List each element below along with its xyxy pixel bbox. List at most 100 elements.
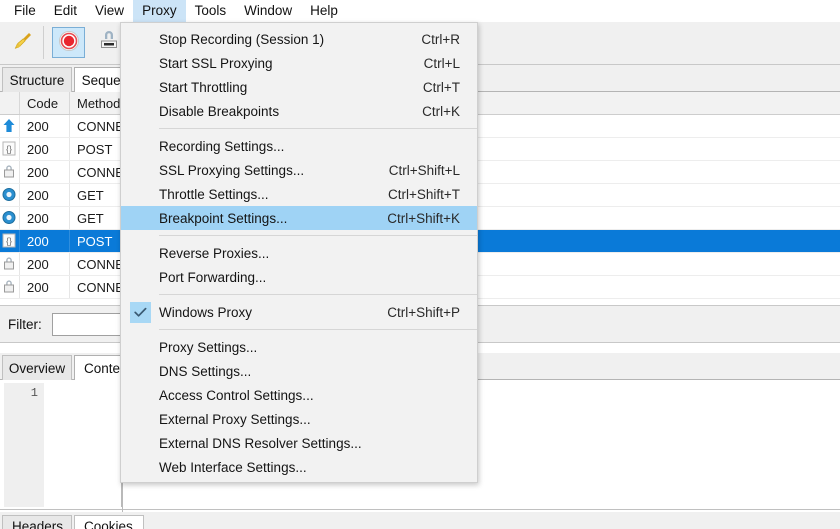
menu-item-external-dns-resolver-settings[interactable]: External DNS Resolver Settings... (121, 431, 477, 455)
checkmark-icon (129, 301, 151, 323)
menu-item-port-forwarding[interactable]: Port Forwarding... (121, 265, 477, 289)
menu-item-web-interface-settings[interactable]: Web Interface Settings... (121, 455, 477, 479)
menu-item-check-slot (121, 182, 159, 206)
lock-icon (2, 279, 18, 295)
tab-headers[interactable]: Headers (2, 515, 72, 529)
menu-item-check-slot (121, 241, 159, 265)
column-header-code[interactable]: Code (20, 92, 70, 114)
menu-item-label: Throttle Settings... (159, 186, 269, 202)
menubar-item-tools[interactable]: Tools (186, 0, 236, 22)
menu-item-label: Windows Proxy (159, 304, 253, 320)
arrow-up-icon (2, 118, 18, 134)
menu-item-label: Recording Settings... (159, 138, 285, 154)
globe-icon (2, 210, 18, 226)
menu-item-check-slot (121, 206, 159, 230)
menubar-item-edit[interactable]: Edit (45, 0, 86, 22)
menu-item-accelerator: Ctrl+K (422, 103, 460, 119)
menu-item-check-slot (121, 27, 159, 51)
tab-overview[interactable]: Overview (2, 355, 72, 380)
clear-session-button[interactable] (6, 27, 39, 58)
row-code: 200 (20, 138, 70, 160)
row-code: 200 (20, 253, 70, 275)
editor-text-area[interactable] (44, 383, 122, 507)
row-status-icon-cell (0, 276, 20, 298)
menu-item-check-slot (121, 134, 159, 158)
menu-item-throttle-settings[interactable]: Throttle Settings... Ctrl+Shift+T (121, 182, 477, 206)
bottom-tab-strip: Headers Cookies (0, 512, 840, 529)
lock-icon (2, 256, 18, 272)
menu-item-check-slot (121, 51, 159, 75)
filter-label: Filter: (8, 317, 42, 332)
row-code: 200 (20, 115, 70, 137)
menubar-item-proxy[interactable]: Proxy (133, 0, 186, 22)
menu-item-label: Stop Recording (Session 1) (159, 31, 325, 47)
menu-separator (159, 329, 477, 330)
row-code: 200 (20, 230, 70, 252)
menu-item-label: External Proxy Settings... (159, 411, 311, 427)
menu-item-accelerator: Ctrl+L (423, 55, 460, 71)
tab-cookies[interactable]: Cookies (74, 515, 144, 529)
menubar-item-window[interactable]: Window (235, 0, 301, 22)
menu-item-windows-proxy[interactable]: Windows Proxy Ctrl+Shift+P (121, 300, 477, 324)
menubar-item-help[interactable]: Help (301, 0, 347, 22)
tab-structure[interactable]: Structure (2, 67, 72, 92)
row-status-icon-cell: {} (0, 138, 20, 160)
row-status-icon-cell (0, 161, 20, 183)
tab-cookies-label: Cookies (84, 518, 133, 529)
menu-item-accelerator: Ctrl+Shift+L (388, 162, 460, 178)
menu-item-stop-recording[interactable]: Stop Recording (Session 1) Ctrl+R (121, 27, 477, 51)
row-code: 200 (20, 184, 70, 206)
menu-item-check-slot (121, 300, 159, 324)
menu-item-label: Access Control Settings... (159, 387, 314, 403)
menu-item-check-slot (121, 75, 159, 99)
menu-item-label: Web Interface Settings... (159, 459, 307, 475)
menu-item-label: Disable Breakpoints (159, 103, 280, 119)
menubar-item-file[interactable]: File (5, 0, 45, 22)
menu-separator (159, 294, 477, 295)
row-status-icon-cell (0, 207, 20, 229)
menu-separator (159, 235, 477, 236)
menu-item-start-throttling[interactable]: Start Throttling Ctrl+T (121, 75, 477, 99)
lock-icon (2, 164, 18, 180)
menu-item-recording-settings[interactable]: Recording Settings... (121, 134, 477, 158)
record-icon (58, 30, 80, 55)
broom-icon (12, 30, 34, 55)
svg-text:{}: {} (5, 236, 11, 246)
menu-item-reverse-proxies[interactable]: Reverse Proxies... (121, 241, 477, 265)
row-status-icon-cell (0, 115, 20, 137)
menu-item-disable-breakpoints[interactable]: Disable Breakpoints Ctrl+K (121, 99, 477, 123)
breakpoint-icon (98, 30, 120, 55)
menubar-item-view[interactable]: View (86, 0, 133, 22)
menu-item-check-slot (121, 383, 159, 407)
menu-item-check-slot (121, 431, 159, 455)
menu-item-label: Start Throttling (159, 79, 248, 95)
tab-headers-label: Headers (12, 518, 64, 529)
menu-item-label: Start SSL Proxying (159, 55, 273, 71)
menu-item-check-slot (121, 99, 159, 123)
menu-item-start-ssl-proxying[interactable]: Start SSL Proxying Ctrl+L (121, 51, 477, 75)
menu-item-label: Breakpoint Settings... (159, 210, 288, 226)
svg-text:{}: {} (5, 144, 11, 154)
menu-item-label: SSL Proxying Settings... (159, 162, 305, 178)
menu-item-label: Proxy Settings... (159, 339, 258, 355)
menu-item-ssl-proxying-settings[interactable]: SSL Proxying Settings... Ctrl+Shift+L (121, 158, 477, 182)
row-code: 200 (20, 161, 70, 183)
menu-item-access-control-settings[interactable]: Access Control Settings... (121, 383, 477, 407)
menu-item-check-slot (121, 407, 159, 431)
menu-item-dns-settings[interactable]: DNS Settings... (121, 359, 477, 383)
menu-item-proxy-settings[interactable]: Proxy Settings... (121, 335, 477, 359)
record-button[interactable] (52, 27, 85, 58)
menu-item-accelerator: Ctrl+Shift+T (387, 186, 460, 202)
row-status-icon-cell (0, 184, 20, 206)
editor-gutter: 1 (4, 383, 44, 507)
menu-item-accelerator: Ctrl+Shift+K (387, 210, 460, 226)
menu-item-external-proxy-settings[interactable]: External Proxy Settings... (121, 407, 477, 431)
json-icon: {} (2, 141, 18, 157)
menu-bar: File Edit View Proxy Tools Window Help (0, 0, 840, 22)
column-header-icon[interactable] (0, 92, 20, 114)
toolbar-separator-1 (43, 26, 44, 59)
proxy-dropdown-menu: Stop Recording (Session 1) Ctrl+R Start … (120, 22, 478, 483)
tab-overview-label: Overview (8, 360, 66, 376)
menu-item-breakpoint-settings[interactable]: Breakpoint Settings... Ctrl+Shift+K (121, 206, 477, 230)
menu-item-label: Reverse Proxies... (159, 245, 270, 261)
